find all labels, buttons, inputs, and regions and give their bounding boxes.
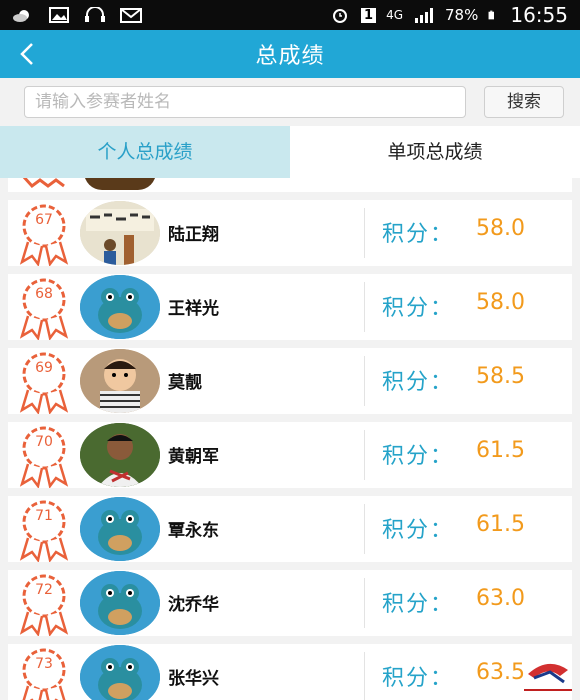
rank-number: 70 bbox=[35, 434, 53, 450]
battery-percent: 78% bbox=[445, 6, 479, 24]
avatar bbox=[80, 275, 160, 339]
rank-number: 71 bbox=[35, 508, 53, 524]
list-item[interactable]: 67 陆正翔 积分： 58.0 bbox=[8, 200, 572, 266]
rank-number: 67 bbox=[35, 212, 53, 228]
network-type: 4G bbox=[386, 8, 404, 22]
score-label: 积分： bbox=[382, 444, 455, 469]
search-input[interactable]: 请输入参赛者姓名 bbox=[24, 86, 466, 118]
back-arrow-icon[interactable] bbox=[14, 40, 42, 68]
list-item-partial bbox=[8, 178, 572, 192]
watermark-logo-icon bbox=[524, 663, 572, 691]
avatar bbox=[80, 201, 160, 265]
avatar bbox=[80, 423, 160, 487]
score-value: 61.5 bbox=[476, 512, 525, 537]
divider bbox=[364, 652, 365, 700]
score-value: 58.0 bbox=[476, 290, 525, 315]
divider bbox=[364, 282, 365, 332]
alarm-icon bbox=[333, 9, 348, 23]
avatar bbox=[80, 349, 160, 413]
search-button[interactable]: 搜索 bbox=[484, 86, 564, 118]
clock: 16:55 bbox=[510, 3, 568, 27]
headset-icon bbox=[85, 7, 105, 22]
score-value: 61.5 bbox=[476, 438, 525, 463]
player-name: 莫靓 bbox=[168, 373, 202, 393]
page-title: 总成绩 bbox=[255, 44, 325, 69]
search-bar: 请输入参赛者姓名 搜索 bbox=[0, 78, 580, 126]
signal-icon bbox=[415, 8, 434, 23]
player-name: 沈乔华 bbox=[168, 595, 219, 615]
player-name: 陆正翔 bbox=[168, 225, 219, 245]
score-list[interactable]: 67 陆正翔 积分： 58.0 68 王祥光 积分： 58.0 69 莫靓 积分… bbox=[0, 178, 580, 700]
rank-ribbon-icon bbox=[22, 648, 66, 700]
player-name: 黄朝军 bbox=[168, 447, 219, 467]
mail-icon bbox=[120, 8, 142, 23]
battery-icon bbox=[488, 10, 495, 20]
score-value: 58.5 bbox=[476, 364, 525, 389]
score-label: 积分： bbox=[382, 518, 455, 543]
sim-indicator: 1 bbox=[361, 7, 377, 23]
gallery-icon bbox=[49, 7, 69, 23]
list-item[interactable]: 70 黄朝军 积分： 61.5 bbox=[8, 422, 572, 488]
list-item[interactable]: 72 沈乔华 积分： 63.0 bbox=[8, 570, 572, 636]
score-value: 63.0 bbox=[476, 586, 525, 611]
list-item[interactable]: 71 覃永东 积分： 61.5 bbox=[8, 496, 572, 562]
score-label: 积分： bbox=[382, 370, 455, 395]
score-label: 积分： bbox=[382, 296, 455, 321]
tab-single-item-total[interactable]: 单项总成绩 bbox=[290, 126, 580, 178]
rank-number: 72 bbox=[35, 582, 53, 598]
player-name: 覃永东 bbox=[168, 521, 219, 541]
player-name: 王祥光 bbox=[168, 299, 219, 319]
rank-number: 68 bbox=[35, 286, 53, 302]
title-bar: 总成绩 bbox=[0, 30, 580, 78]
divider bbox=[364, 430, 365, 480]
rank-number: 69 bbox=[35, 360, 53, 376]
score-value: 63.5 bbox=[476, 660, 525, 685]
rank-badge-icon bbox=[22, 178, 65, 189]
divider bbox=[364, 356, 365, 406]
score-value: 58.0 bbox=[476, 216, 525, 241]
avatar bbox=[80, 645, 160, 700]
score-label: 积分： bbox=[382, 666, 455, 691]
list-item[interactable]: 68 王祥光 积分： 58.0 bbox=[8, 274, 572, 340]
avatar bbox=[84, 178, 156, 190]
list-item[interactable]: 73 张华兴 积分： 63.5 bbox=[8, 644, 572, 700]
tab-bar: 个人总成绩 单项总成绩 bbox=[0, 126, 580, 178]
rank-number: 73 bbox=[35, 656, 53, 672]
status-bar: 1 4G 78% 16:55 bbox=[0, 0, 580, 30]
tab-personal-total[interactable]: 个人总成绩 bbox=[0, 126, 290, 178]
avatar bbox=[80, 497, 160, 561]
avatar bbox=[80, 571, 160, 635]
divider bbox=[364, 578, 365, 628]
score-label: 积分： bbox=[382, 222, 455, 247]
weather-icon bbox=[13, 10, 29, 22]
list-item[interactable]: 69 莫靓 积分： 58.5 bbox=[8, 348, 572, 414]
divider bbox=[364, 208, 365, 258]
player-name: 张华兴 bbox=[168, 669, 219, 689]
score-label: 积分： bbox=[382, 592, 455, 617]
divider bbox=[364, 504, 365, 554]
